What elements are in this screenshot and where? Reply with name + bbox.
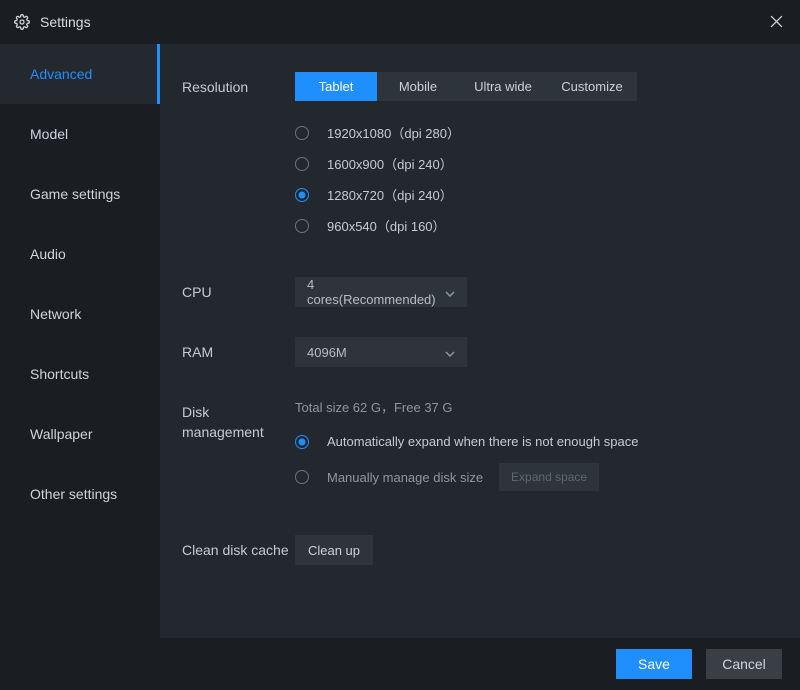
sidebar-item-advanced[interactable]: Advanced <box>0 44 160 104</box>
expand-space-button: Expand space <box>499 463 599 491</box>
radio-icon <box>295 219 309 233</box>
disk-info-text: Total size 62 G，Free 37 G <box>295 397 800 416</box>
resolution-label: Resolution <box>160 72 295 247</box>
sidebar-item-wallpaper[interactable]: Wallpaper <box>0 404 160 464</box>
ram-select[interactable]: 4096M <box>295 337 467 367</box>
sidebar-item-game-settings[interactable]: Game settings <box>0 164 160 224</box>
disk-manual-radio[interactable]: Manually manage disk size Expand space <box>295 463 800 491</box>
disk-auto-expand-radio[interactable]: Automatically expand when there is not e… <box>295 434 800 449</box>
radio-icon <box>295 157 309 171</box>
sidebar-item-other-settings[interactable]: Other settings <box>0 464 160 524</box>
clean-disk-label: Clean disk cache <box>160 535 295 565</box>
radio-icon <box>295 126 309 140</box>
resolution-tabs: Tablet Mobile Ultra wide Customize <box>295 72 800 101</box>
radio-icon <box>295 470 309 484</box>
radio-icon <box>295 188 309 202</box>
sidebar: Advanced Model Game settings Audio Netwo… <box>0 44 160 638</box>
resolution-option-1280x720[interactable]: 1280x720（dpi 240） <box>295 185 800 204</box>
disk-management-label: Diskmanagement <box>160 397 295 505</box>
sidebar-item-network[interactable]: Network <box>0 284 160 344</box>
clean-up-button[interactable]: Clean up <box>295 535 373 565</box>
resolution-option-1600x900[interactable]: 1600x900（dpi 240） <box>295 154 800 173</box>
radio-icon <box>295 435 309 449</box>
footer: Save Cancel <box>0 638 800 690</box>
resolution-option-1920x1080[interactable]: 1920x1080（dpi 280） <box>295 123 800 142</box>
ram-label: RAM <box>160 337 295 367</box>
sidebar-item-shortcuts[interactable]: Shortcuts <box>0 344 160 404</box>
titlebar: Settings <box>0 0 800 44</box>
sidebar-item-model[interactable]: Model <box>0 104 160 164</box>
chevron-down-icon <box>445 285 455 300</box>
settings-gear-icon <box>14 14 30 30</box>
resolution-option-960x540[interactable]: 960x540（dpi 160） <box>295 216 800 235</box>
tab-ultra-wide[interactable]: Ultra wide <box>459 72 547 101</box>
content-panel: Resolution Tablet Mobile Ultra wide Cust… <box>160 44 800 638</box>
cpu-label: CPU <box>160 277 295 307</box>
window-title: Settings <box>40 14 766 30</box>
close-icon[interactable] <box>766 12 786 33</box>
tab-customize[interactable]: Customize <box>547 72 637 101</box>
chevron-down-icon <box>445 345 455 360</box>
tab-tablet[interactable]: Tablet <box>295 72 377 101</box>
sidebar-item-audio[interactable]: Audio <box>0 224 160 284</box>
tab-mobile[interactable]: Mobile <box>377 72 459 101</box>
cancel-button[interactable]: Cancel <box>706 649 782 679</box>
save-button[interactable]: Save <box>616 649 692 679</box>
cpu-select[interactable]: 4 cores(Recommended) <box>295 277 467 307</box>
